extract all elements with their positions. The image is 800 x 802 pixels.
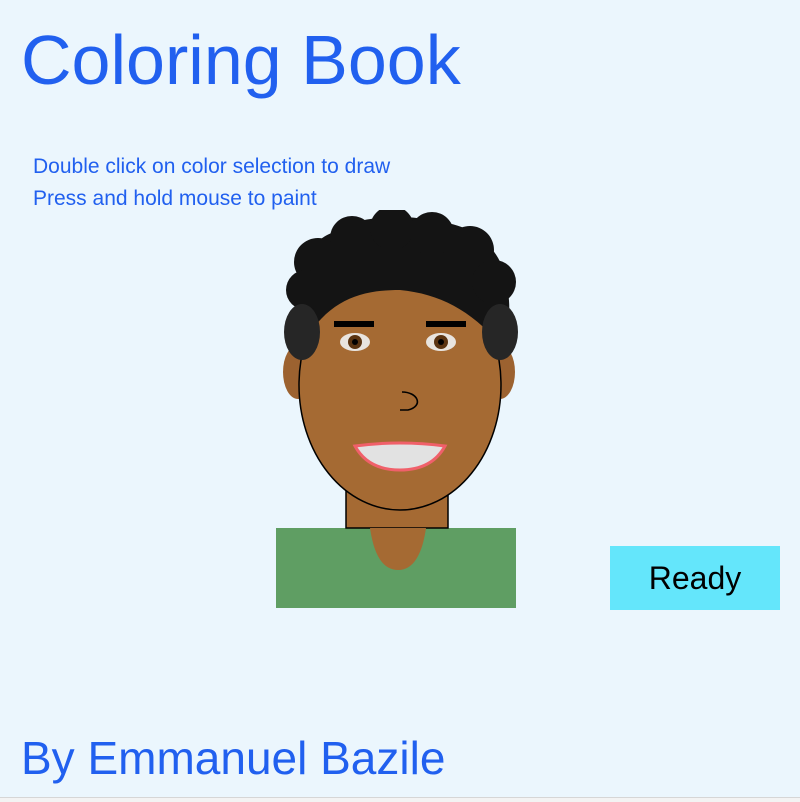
page-title: Coloring Book	[21, 21, 461, 99]
ready-button[interactable]: Ready	[610, 546, 780, 610]
left-eye-shape[interactable]	[340, 333, 370, 351]
author-credit: By Emmanuel Bazile	[21, 732, 446, 784]
portrait-drawing[interactable]	[260, 210, 540, 620]
coloring-canvas[interactable]: Coloring Book Double click on color sele…	[0, 0, 800, 797]
instructions: Double click on color selection to draw …	[33, 151, 390, 215]
right-eye-shape[interactable]	[426, 333, 456, 351]
bottom-border	[0, 797, 800, 802]
left-eyebrow-shape[interactable]	[334, 321, 374, 327]
right-eyebrow-shape[interactable]	[426, 321, 466, 327]
instruction-line-draw: Double click on color selection to draw	[33, 155, 391, 178]
